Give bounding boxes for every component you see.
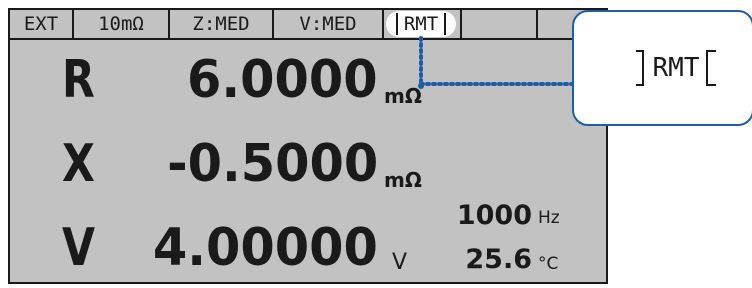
v-mode-indicator: V:MED — [274, 10, 384, 38]
x-label: X — [62, 134, 95, 194]
callout-box: RMT — [572, 10, 752, 126]
v-label: V — [62, 218, 96, 278]
x-unit: mΩ — [384, 168, 422, 192]
status-cell-empty — [460, 10, 538, 38]
r-label: R — [62, 50, 95, 110]
lcd-screen: EXT 10mΩ Z:MED V:MED RMT R 6.0000 mΩ X -… — [8, 8, 608, 284]
frequency-unit: Hz — [538, 208, 560, 228]
r-value: 6.0000 — [187, 50, 378, 110]
ext-indicator: EXT — [10, 10, 74, 38]
callout-rmt-indicator: RMT — [628, 42, 724, 94]
temperature-unit: °C — [538, 254, 559, 274]
rmt-indicator-label: RMT — [395, 13, 447, 35]
x-value: -0.5000 — [166, 134, 378, 194]
range-indicator: 10mΩ — [74, 10, 170, 38]
callout-rmt-label: RMT — [652, 53, 700, 83]
r-unit: mΩ — [384, 84, 422, 108]
temperature-value: 25.6 — [465, 244, 532, 275]
z-mode-indicator: Z:MED — [170, 10, 274, 38]
frequency-value: 1000 — [456, 200, 532, 231]
status-bar: EXT 10mΩ Z:MED V:MED RMT — [10, 10, 606, 40]
v-value: 4.00000 — [152, 218, 378, 278]
rmt-indicator: RMT — [386, 11, 456, 37]
v-unit: V — [392, 250, 408, 275]
